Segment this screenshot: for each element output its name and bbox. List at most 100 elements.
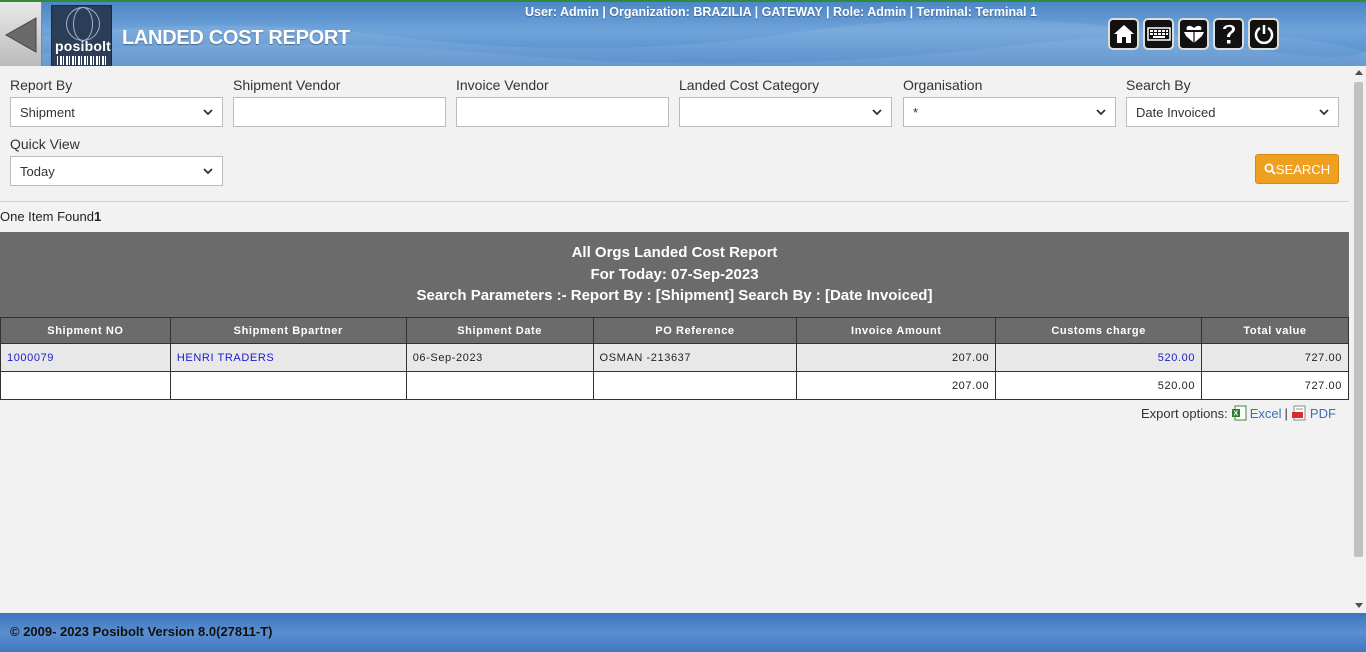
totals-row: 207.00 520.00 727.00 xyxy=(0,371,1349,400)
report-table: Shipment NO Shipment Bpartner Shipment D… xyxy=(0,317,1349,400)
export-label: Export options: xyxy=(1141,405,1228,421)
col-shipment-date[interactable]: Shipment Date xyxy=(405,317,594,344)
report-subtitle: For Today: 07-Sep-2023 xyxy=(590,265,759,283)
table-row: 1000079 HENRI TRADERS 06-Sep-2023 OSMAN … xyxy=(0,343,1349,372)
report-by-label: Report By xyxy=(10,77,73,93)
total-customs-charge: 520.00 xyxy=(995,371,1203,400)
home-button[interactable] xyxy=(1108,18,1139,50)
export-pdf-link[interactable]: PDF xyxy=(1310,406,1336,421)
cell-shipment-no: 1000079 xyxy=(0,343,171,372)
search-button[interactable]: SEARCH xyxy=(1255,154,1339,184)
report-by-select[interactable]: Shipment xyxy=(10,97,223,127)
help-button[interactable] xyxy=(1213,18,1244,50)
search-by-value: Date Invoiced xyxy=(1136,104,1216,120)
col-invoice-amount[interactable]: Invoice Amount xyxy=(796,317,997,344)
scroll-up-arrow-icon[interactable] xyxy=(1355,70,1363,75)
report-header: All Orgs Landed Cost Report For Today: 0… xyxy=(0,232,1349,317)
landed-cost-category-label: Landed Cost Category xyxy=(679,77,820,93)
cell-bpartner: HENRI TRADERS xyxy=(169,343,407,372)
shipment-no-link[interactable]: 1000079 xyxy=(7,352,54,364)
report-title: All Orgs Landed Cost Report xyxy=(571,244,778,261)
organisation-select[interactable]: * xyxy=(903,97,1116,127)
col-total-value[interactable]: Total value xyxy=(1201,317,1349,344)
report-by-value: Shipment xyxy=(20,104,75,120)
gift-button[interactable] xyxy=(1178,18,1209,50)
col-shipment-bpartner[interactable]: Shipment Bpartner xyxy=(169,317,407,344)
bpartner-link[interactable]: HENRI TRADERS xyxy=(177,352,274,364)
pdf-icon xyxy=(1291,405,1306,421)
landed-cost-category-group: Landed Cost Category xyxy=(679,77,892,127)
landed-cost-category-select[interactable] xyxy=(679,97,892,127)
cell-empty xyxy=(592,371,798,400)
shipment-vendor-group: Shipment Vendor xyxy=(233,77,446,127)
search-icon xyxy=(1264,163,1276,175)
col-po-reference[interactable]: PO Reference xyxy=(592,317,798,344)
cell-shipment-date: 06-Sep-2023 xyxy=(405,343,594,372)
keyboard-icon xyxy=(1146,27,1171,41)
report-params: Search Parameters :- Report By : [Shipme… xyxy=(416,287,933,304)
results-count-number: 1 xyxy=(93,209,102,224)
shipment-vendor-label: Shipment Vendor xyxy=(233,77,341,93)
quick-view-label: Quick View xyxy=(10,136,80,152)
cell-empty xyxy=(169,371,407,400)
cell-empty xyxy=(405,371,594,400)
cell-invoice-amount: 207.00 xyxy=(796,343,997,372)
export-excel-link[interactable]: Excel xyxy=(1250,406,1282,421)
logout-button[interactable] xyxy=(1248,18,1279,50)
cell-customs-charge: 520.00 xyxy=(995,343,1203,372)
chevron-down-icon xyxy=(1319,108,1329,115)
invoice-vendor-group: Invoice Vendor xyxy=(456,77,669,127)
invoice-vendor-label: Invoice Vendor xyxy=(456,77,549,93)
chevron-down-icon xyxy=(203,167,213,174)
svg-text:X: X xyxy=(1233,411,1238,418)
back-arrow-icon xyxy=(4,17,37,53)
quick-view-value: Today xyxy=(20,163,55,179)
header-toolbar xyxy=(1108,18,1279,50)
cell-empty xyxy=(0,371,171,400)
total-invoice-amount: 207.00 xyxy=(796,371,997,400)
footer-copyright: © 2009- 2023 Posibolt Version 8.0(27811-… xyxy=(10,624,273,639)
col-shipment-no[interactable]: Shipment NO xyxy=(0,317,171,344)
power-icon xyxy=(1254,25,1273,45)
organisation-group: Organisation * xyxy=(903,77,1116,127)
gift-icon xyxy=(1183,25,1204,43)
excel-icon: X xyxy=(1231,405,1247,421)
barcode-graphic xyxy=(57,56,108,65)
keyboard-button[interactable] xyxy=(1143,18,1174,50)
export-options: Export options: X Excel | PDF xyxy=(1141,405,1336,421)
search-by-select[interactable]: Date Invoiced xyxy=(1126,97,1339,127)
chevron-down-icon xyxy=(872,108,882,115)
search-by-group: Search By Date Invoiced xyxy=(1126,77,1339,127)
organisation-value: * xyxy=(913,104,919,120)
cell-total-value: 727.00 xyxy=(1201,343,1349,372)
invoice-vendor-input[interactable] xyxy=(456,97,669,127)
vertical-scrollbar[interactable] xyxy=(1351,66,1366,613)
chevron-down-icon xyxy=(1096,108,1106,115)
chevron-down-icon xyxy=(203,108,213,115)
total-total-value: 727.00 xyxy=(1201,371,1349,400)
export-separator: | xyxy=(1284,405,1288,421)
results-found-text: One Item Found xyxy=(0,209,94,224)
cell-po-reference: OSMAN -213637 xyxy=(592,343,798,372)
customs-charge-link[interactable]: 520.00 xyxy=(1158,352,1195,364)
app-footer: © 2009- 2023 Posibolt Version 8.0(27811-… xyxy=(0,613,1366,652)
filter-panel: Report By Shipment Shipment Vendor Invoi… xyxy=(0,66,1349,202)
posibolt-logo: posibolt xyxy=(51,5,112,66)
home-icon xyxy=(1113,25,1134,43)
back-button[interactable] xyxy=(0,2,42,66)
organisation-label: Organisation xyxy=(903,77,983,93)
scroll-down-arrow-icon[interactable] xyxy=(1355,603,1363,608)
table-header-row: Shipment NO Shipment Bpartner Shipment D… xyxy=(0,317,1349,344)
quick-view-group: Quick View Today xyxy=(10,136,223,186)
user-info: User: Admin | Organization: BRAZILIA | G… xyxy=(525,5,1037,19)
page-title: LANDED COST REPORT xyxy=(122,27,350,49)
results-count: One Item Found1 xyxy=(0,209,101,224)
search-button-label: SEARCH xyxy=(1275,161,1331,177)
report-by-group: Report By Shipment xyxy=(10,77,223,127)
col-customs-charge[interactable]: Customs charge xyxy=(995,317,1203,344)
quick-view-select[interactable]: Today xyxy=(10,156,223,186)
logo-text: posibolt xyxy=(55,38,112,54)
app-header: posibolt LANDED COST REPORT User: Admin … xyxy=(0,0,1366,66)
shipment-vendor-input[interactable] xyxy=(233,97,446,127)
scrollbar-thumb[interactable] xyxy=(1354,82,1363,557)
